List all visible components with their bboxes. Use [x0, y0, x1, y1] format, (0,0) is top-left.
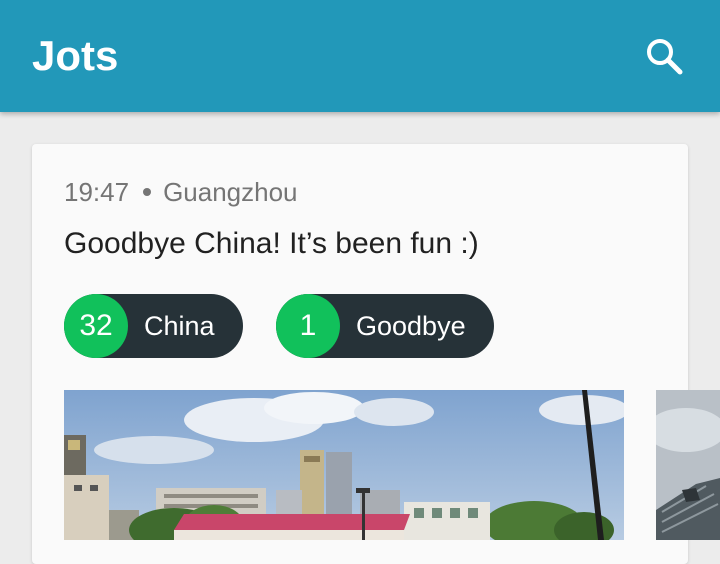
tag-count: 1	[276, 294, 340, 358]
app-bar: Jots	[0, 0, 720, 112]
app-title: Jots	[32, 32, 119, 79]
tag-count: 32	[64, 294, 128, 358]
tag-china[interactable]: 32 China	[64, 294, 243, 358]
photo-city-street-image	[64, 390, 624, 540]
photo-modern-building-image	[656, 390, 720, 540]
search-button[interactable]	[636, 28, 692, 84]
note-meta: 19:47 Guangzhou	[64, 174, 298, 210]
note-text: Goodbye China! It’s been fun :)	[64, 227, 479, 260]
tag-label: China	[144, 310, 215, 341]
search-icon	[647, 39, 683, 75]
photo-city-street[interactable]	[64, 390, 624, 540]
note-time: 19:47	[64, 177, 130, 207]
separator-dot	[143, 188, 152, 197]
tag-label: Goodbye	[356, 310, 466, 341]
tag-goodbye[interactable]: 1 Goodbye	[276, 294, 494, 358]
note-location: Guangzhou	[163, 177, 298, 207]
photo-modern-building[interactable]	[656, 390, 720, 540]
